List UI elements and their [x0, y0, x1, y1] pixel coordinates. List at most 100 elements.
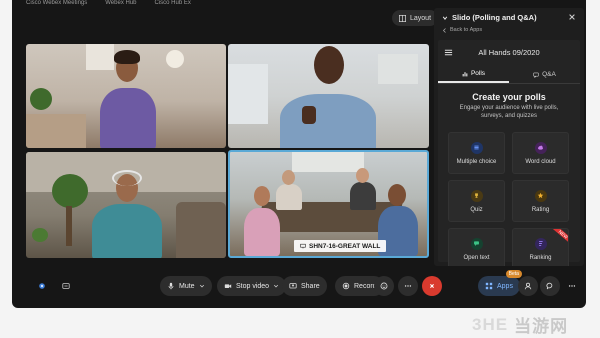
- stop-video-label: Stop video: [236, 282, 270, 290]
- window-tab-strip: Cisco Webex Meetings Webex Hub Cisco Hub…: [12, 0, 432, 6]
- watermark-text: 当游网: [514, 317, 569, 336]
- microphone-icon: [168, 282, 174, 290]
- layout-icon: [399, 14, 406, 22]
- bar-chart-icon: [462, 71, 468, 76]
- connection-icon: [39, 283, 45, 289]
- room-screen: [292, 152, 364, 172]
- arrow-left-icon: [442, 27, 446, 33]
- video-tile-participant-2[interactable]: [228, 44, 429, 148]
- video-camera-icon: [224, 284, 232, 288]
- plant: [30, 88, 52, 110]
- share-button[interactable]: Share: [282, 276, 327, 296]
- tab-1[interactable]: Cisco Webex Meetings: [26, 0, 87, 6]
- mute-label: Mute: [179, 282, 195, 290]
- chevron-down-icon[interactable]: [199, 283, 205, 289]
- plant-stem: [66, 206, 72, 246]
- chat-button[interactable]: [540, 276, 560, 296]
- event-name: All Hands 09/2020: [478, 48, 540, 57]
- meeting-window: Cisco Webex Meetings Webex Hub Cisco Hub…: [12, 0, 586, 308]
- small-plant: [32, 228, 48, 242]
- sofa: [26, 114, 86, 148]
- poll-type-open-text[interactable]: Open text: [448, 228, 505, 266]
- poll-type-label: Rating: [531, 206, 550, 213]
- tab-2[interactable]: Webex Hub: [105, 0, 136, 6]
- more-options-button[interactable]: [562, 276, 582, 296]
- apps-label: Apps: [497, 282, 513, 290]
- cloud-icon: [534, 141, 547, 154]
- wall-art: [86, 44, 114, 70]
- chevron-down-icon: [442, 16, 448, 20]
- tab-polls[interactable]: Polls: [438, 66, 509, 83]
- share-label: Share: [301, 282, 320, 290]
- room-name-label: SHN7-16-GREAT WALL: [294, 240, 387, 252]
- captions-icon: [62, 283, 70, 289]
- new-badge: NEW: [552, 229, 568, 244]
- tab-qa[interactable]: Q&A: [509, 66, 580, 83]
- more-dots-icon: [404, 285, 412, 287]
- slido-tabs: Polls Q&A: [438, 66, 580, 84]
- poll-type-rating[interactable]: Rating: [512, 180, 569, 222]
- apps-button[interactable]: Apps Beta: [478, 270, 522, 296]
- smiley-icon: [380, 282, 388, 290]
- close-icon[interactable]: [568, 13, 576, 21]
- layout-button-label: Layout: [410, 14, 432, 22]
- poll-type-word-cloud[interactable]: Word cloud: [512, 132, 569, 174]
- chevron-down-icon[interactable]: [273, 283, 279, 289]
- video-tile-participant-1[interactable]: [26, 44, 226, 148]
- meeting-controls-bar: Mute Stop video Share Record Apps Beta: [12, 270, 586, 304]
- back-link-label: Back to Apps: [450, 27, 483, 33]
- layout-button[interactable]: Layout: [392, 10, 439, 26]
- panel-title[interactable]: Slido (Polling and Q&A): [442, 13, 537, 22]
- plant: [52, 174, 88, 208]
- video-tile-participant-3[interactable]: [26, 152, 226, 258]
- create-polls-subheading: Engage your audience with live polls, su…: [459, 105, 559, 119]
- record-icon: [342, 282, 350, 290]
- poll-type-multiple-choice[interactable]: Multiple choice: [448, 132, 505, 174]
- site-watermark: 3HE 当游网: [472, 312, 568, 337]
- speech-bubble-icon: [470, 237, 483, 250]
- create-polls-heading: Create your polls: [472, 92, 546, 102]
- poll-type-ranking[interactable]: Ranking NEW: [512, 228, 569, 266]
- video-tile-conference-room[interactable]: SHN7-16-GREAT WALL: [228, 150, 429, 258]
- reactions-button[interactable]: [374, 276, 394, 296]
- poll-type-label: Multiple choice: [456, 158, 497, 165]
- poll-type-label: Word cloud: [525, 158, 556, 165]
- close-icon: [430, 284, 434, 288]
- leave-meeting-button[interactable]: [422, 276, 442, 296]
- lamp: [166, 50, 184, 68]
- thumbs-up: [302, 106, 316, 124]
- shelf: [228, 64, 268, 124]
- mute-button[interactable]: Mute: [160, 276, 212, 296]
- captions-button[interactable]: [56, 276, 76, 296]
- connection-status-button[interactable]: [32, 276, 52, 296]
- chat-icon: [546, 282, 553, 290]
- participants-button[interactable]: [518, 276, 538, 296]
- person-icon: [524, 282, 532, 290]
- watermark-brand: 3HE: [472, 314, 509, 334]
- tab-3[interactable]: Cisco Hub Ex: [155, 0, 191, 6]
- slido-content: All Hands 09/2020 Polls Q&A Create your …: [438, 40, 580, 266]
- tab-qa-label: Q&A: [542, 71, 556, 78]
- poll-type-label: Quiz: [470, 206, 483, 213]
- poll-type-label: Ranking: [529, 254, 552, 261]
- stop-video-button[interactable]: Stop video: [217, 276, 287, 296]
- chair: [176, 202, 226, 258]
- more-dots-icon: [568, 285, 576, 287]
- beta-badge: Beta: [505, 270, 522, 278]
- star-icon: [534, 189, 547, 202]
- poll-type-quiz[interactable]: Quiz: [448, 180, 505, 222]
- panel-title-text: Slido (Polling and Q&A): [452, 13, 537, 22]
- headset: [112, 170, 142, 186]
- more-options-button[interactable]: [398, 276, 418, 296]
- apps-grid-icon: [485, 282, 493, 290]
- share-screen-icon: [289, 283, 297, 289]
- tab-polls-label: Polls: [470, 70, 486, 77]
- trophy-icon: [470, 189, 483, 202]
- chat-icon: [533, 72, 539, 78]
- room-device-icon: [300, 243, 306, 249]
- slido-panel: Slido (Polling and Q&A) Back to Apps All…: [434, 8, 584, 266]
- room-name-text: SHN7-16-GREAT WALL: [309, 242, 381, 250]
- window: [378, 54, 418, 84]
- back-to-apps-link[interactable]: Back to Apps: [442, 27, 482, 33]
- ranking-icon: [534, 237, 547, 250]
